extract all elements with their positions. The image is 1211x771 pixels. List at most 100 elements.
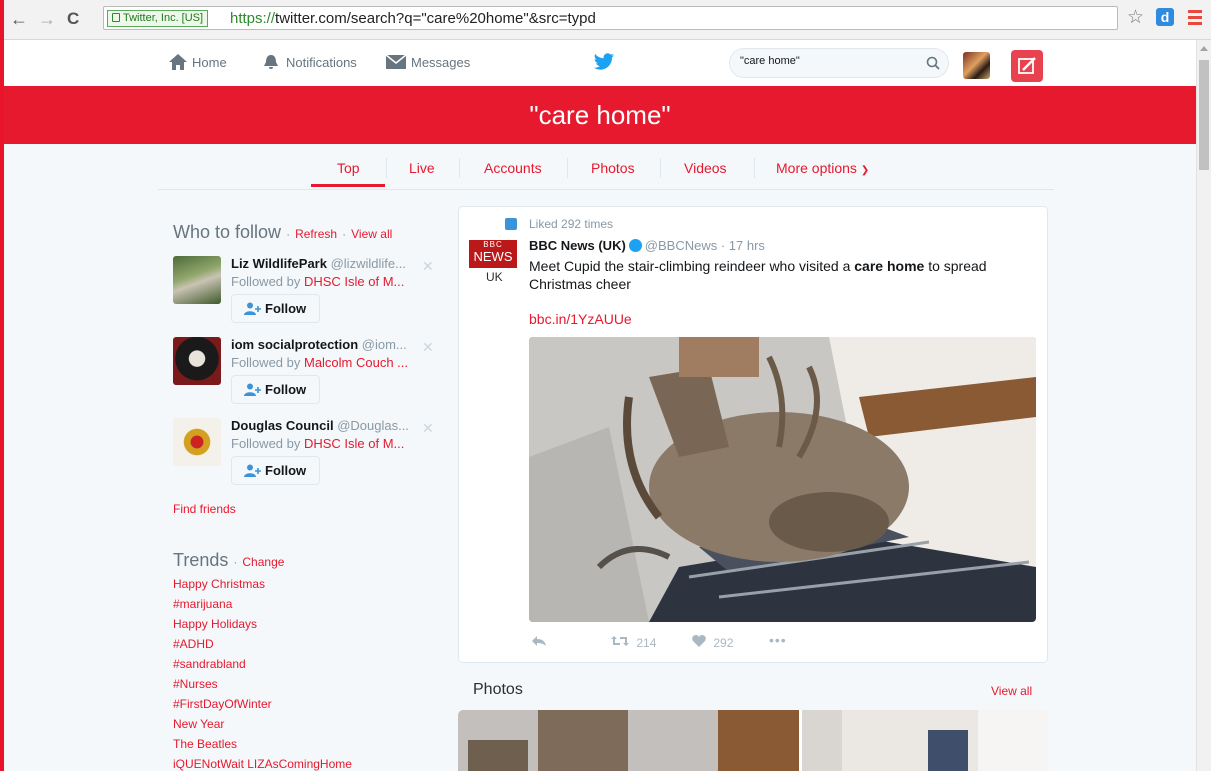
nav-home[interactable]: Home (168, 54, 227, 70)
tab-separator (386, 158, 387, 178)
search-query-banner: "care home" (4, 86, 1196, 144)
trend-item[interactable]: #Nurses (173, 677, 218, 691)
like-action[interactable]: 292 (692, 635, 733, 650)
secure-badge[interactable]: Twitter, Inc. [US] (107, 10, 209, 27)
photos-section-title: Photos (473, 681, 523, 698)
find-friends-link[interactable]: Find friends (173, 502, 236, 516)
retweet-icon (611, 636, 629, 646)
trend-item[interactable]: The Beatles (173, 737, 237, 751)
search-box[interactable] (729, 48, 949, 78)
tab-videos[interactable]: Videos (684, 160, 727, 176)
envelope-icon (385, 54, 407, 69)
verified-badge-icon (628, 239, 642, 252)
dismiss-icon[interactable]: ✕ (422, 258, 434, 275)
author-avatar[interactable]: BBC NEWS (469, 240, 517, 268)
reload-icon[interactable]: C (67, 9, 79, 29)
account-name[interactable]: Liz WildlifePark @lizwildlife... (231, 256, 406, 271)
trend-item[interactable]: #FirstDayOfWinter (173, 697, 272, 711)
search-icon[interactable] (926, 56, 940, 70)
tab-separator (459, 158, 460, 178)
follow-button[interactable]: Follow (231, 375, 320, 404)
tweet-header: BBC News (UK) @BBCNews · 17 hrs (529, 238, 765, 253)
trend-item[interactable]: #sandrabland (173, 657, 246, 671)
tab-more-options[interactable]: More options ❯ (776, 160, 869, 176)
trend-item[interactable]: #ADHD (173, 637, 214, 651)
tweet-link[interactable]: bbc.in/1YzAUUe (529, 311, 632, 327)
add-user-icon (244, 383, 261, 396)
suggested-account: Liz WildlifePark @lizwildlife... Followe… (173, 256, 443, 336)
query-title: "care home" (529, 100, 671, 130)
follow-button[interactable]: Follow (231, 294, 320, 323)
back-icon[interactable]: ← (10, 9, 28, 30)
author-name[interactable]: BBC News (UK) (529, 238, 626, 253)
author-handle[interactable]: @BBCNews (645, 238, 717, 253)
account-avatar[interactable] (173, 418, 221, 466)
tab-separator (660, 158, 661, 178)
photos-view-all-link[interactable]: View all (991, 684, 1032, 698)
trend-item[interactable]: New Year (173, 717, 224, 731)
dismiss-icon[interactable]: ✕ (422, 339, 434, 356)
nav-notifications[interactable]: Notifications (262, 55, 357, 70)
account-avatar[interactable] (173, 337, 221, 385)
profile-avatar[interactable] (963, 52, 990, 79)
followed-by: Followed by Malcolm Couch ... (231, 355, 409, 370)
tab-live[interactable]: Live (409, 160, 435, 176)
search-tabs: Top Live Accounts Photos Videos More opt… (158, 144, 1054, 190)
view-all-link[interactable]: View all (351, 227, 392, 241)
account-avatar[interactable] (173, 256, 221, 304)
tab-separator (754, 158, 755, 178)
retweet-action[interactable]: 214 (611, 635, 656, 650)
add-user-icon (244, 464, 261, 477)
scroll-up-icon[interactable] (1200, 46, 1208, 51)
dismiss-icon[interactable]: ✕ (422, 420, 434, 437)
browser-toolbar: ← → C Twitter, Inc. [US] https://twitter… (0, 0, 1211, 40)
url-text[interactable]: https://twitter.com/search?q="care%20hom… (230, 10, 596, 27)
trend-item[interactable]: Happy Holidays (173, 617, 257, 631)
tweet-time[interactable]: 17 hrs (729, 238, 765, 253)
trend-item[interactable]: iQUENotWait LIZAsComingHome (173, 757, 352, 771)
nav-messages[interactable]: Messages (385, 54, 470, 70)
bookmark-star-icon[interactable]: ☆ (1127, 6, 1144, 29)
address-bar[interactable]: Twitter, Inc. [US] https://twitter.com/s… (103, 6, 1118, 30)
trend-item[interactable]: #marijuana (173, 597, 232, 611)
compose-tweet-button[interactable] (1011, 50, 1043, 82)
photo-thumbnails[interactable] (458, 710, 1048, 771)
tab-separator (567, 158, 568, 178)
extension-icon[interactable]: d (1156, 8, 1174, 26)
photos-strip (458, 710, 1048, 771)
vertical-scrollbar[interactable] (1196, 40, 1211, 771)
tab-top[interactable]: Top (337, 160, 360, 176)
suggested-account: Douglas Council @Douglas... Followed by … (173, 418, 443, 498)
forward-icon[interactable]: → (38, 9, 56, 30)
followed-by: Followed by DHSC Isle of M... (231, 274, 405, 289)
add-user-icon (244, 302, 261, 315)
account-name[interactable]: iom socialprotection @iom... (231, 337, 407, 352)
refresh-link[interactable]: Refresh (295, 227, 337, 241)
chevron-down-icon: ❯ (860, 165, 870, 176)
twitter-top-nav: Home Notifications Messages (4, 40, 1196, 86)
main-content: Top Live Accounts Photos Videos More opt… (4, 144, 1196, 771)
home-icon (169, 54, 187, 70)
compose-icon (1018, 57, 1036, 74)
tweet-card[interactable]: Liked 292 times BBC NEWS UK BBC News (UK… (458, 206, 1048, 663)
follow-button[interactable]: Follow (231, 456, 320, 485)
reply-icon[interactable] (531, 635, 547, 650)
heart-icon (692, 635, 706, 647)
trend-item[interactable]: Happy Christmas (173, 577, 265, 591)
tab-photos[interactable]: Photos (591, 160, 635, 176)
suggested-account: iom socialprotection @iom... Followed by… (173, 337, 443, 417)
liked-count-label: Liked 292 times (529, 217, 614, 231)
bell-icon (264, 55, 278, 69)
scrollbar-thumb[interactable] (1199, 60, 1209, 170)
avatar-region-label: UK (486, 270, 503, 284)
change-trends-link[interactable]: Change (242, 555, 284, 569)
more-icon[interactable]: ••• (769, 632, 787, 648)
account-name[interactable]: Douglas Council @Douglas... (231, 418, 409, 433)
twitter-bird-icon[interactable] (593, 53, 615, 71)
left-edge-bar (0, 0, 4, 771)
who-to-follow-header: Who to follow · Refresh · View all (173, 222, 393, 242)
browser-menu-icon[interactable] (1188, 10, 1202, 28)
search-input[interactable] (740, 55, 910, 67)
tab-accounts[interactable]: Accounts (484, 160, 542, 176)
tweet-media-image[interactable] (529, 337, 1036, 622)
